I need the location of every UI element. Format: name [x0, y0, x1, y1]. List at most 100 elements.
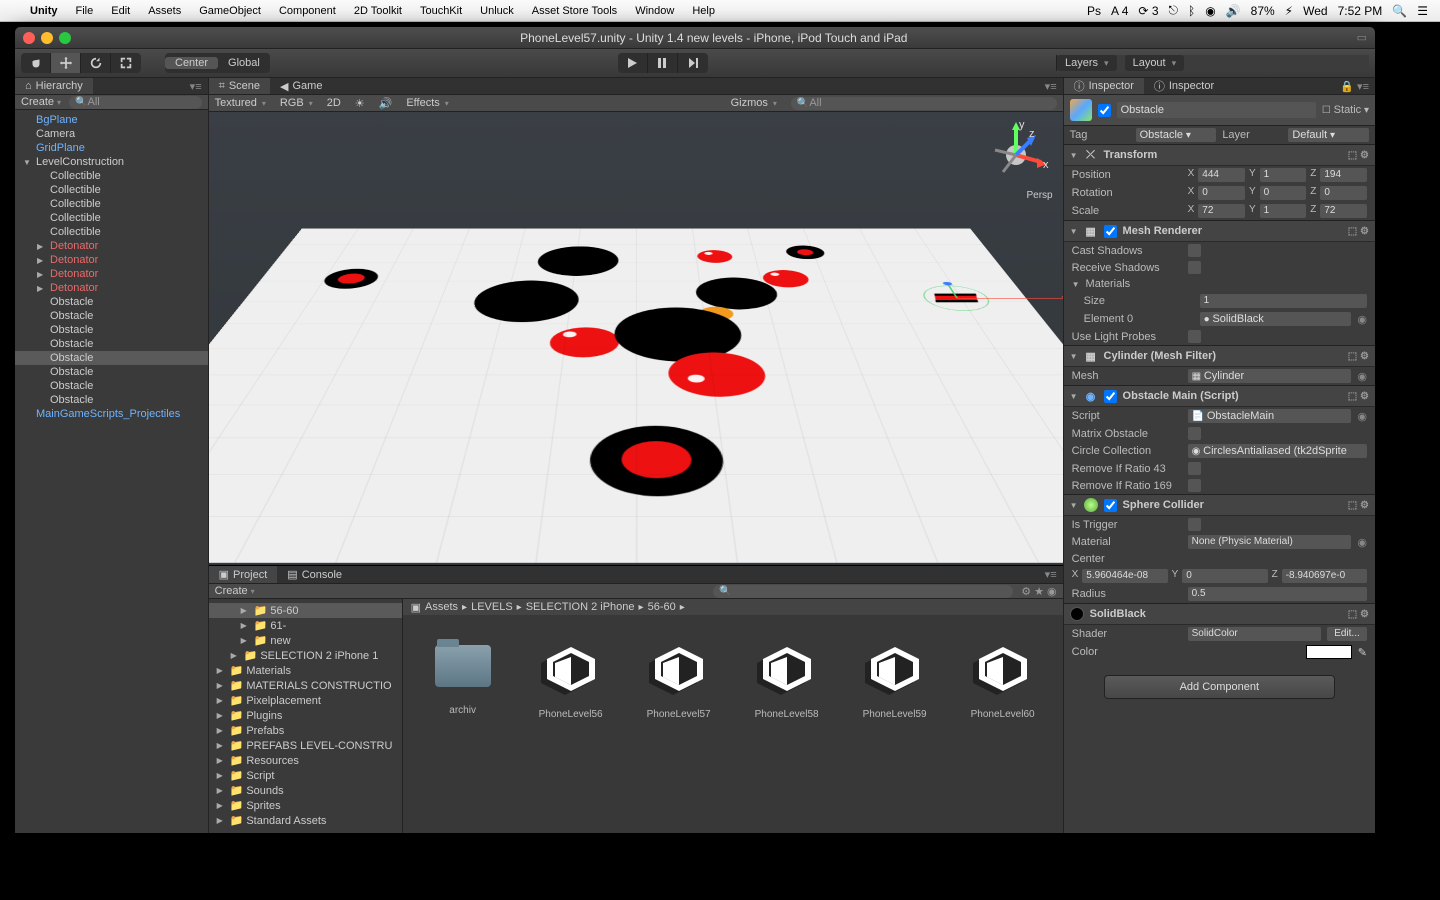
- project-tree-item[interactable]: ▶📁 Script: [209, 768, 402, 783]
- project-tree-item[interactable]: ▶📁 Sounds: [209, 783, 402, 798]
- inspector-tab[interactable]: ⓘ Inspector: [1064, 78, 1144, 94]
- layout-dropdown[interactable]: Layout: [1125, 55, 1185, 71]
- hierarchy-item[interactable]: MainGameScripts_Projectiles: [15, 407, 208, 421]
- asset-item[interactable]: archiv: [427, 645, 499, 716]
- menu-edit[interactable]: Edit: [111, 5, 130, 17]
- power-icon[interactable]: ⎋: [1169, 3, 1179, 18]
- pivot-toggle[interactable]: Center Global: [165, 53, 270, 73]
- scale-z[interactable]: 72: [1320, 204, 1367, 218]
- mesh-renderer-component[interactable]: ▼▦Mesh Renderer⬚ ⚙: [1064, 220, 1375, 242]
- asset-item[interactable]: PhoneLevel59: [859, 645, 931, 720]
- menu-unluck[interactable]: Unluck: [480, 5, 514, 17]
- hierarchy-item[interactable]: Camera: [15, 127, 208, 141]
- pivot-global[interactable]: Global: [218, 57, 270, 69]
- hierarchy-item[interactable]: GridPlane: [15, 141, 208, 155]
- pivot-center[interactable]: Center: [165, 57, 218, 69]
- radius-field[interactable]: 0.5: [1188, 587, 1367, 601]
- scene-view[interactable]: /* grid drawn below via JS */: [209, 112, 1063, 565]
- orientation-gizmo[interactable]: x y z: [981, 120, 1051, 190]
- gameobject-active-checkbox[interactable]: [1098, 104, 1111, 117]
- obstacle-disk[interactable]: [784, 245, 827, 259]
- panel-menu-icon[interactable]: ▾≡: [184, 78, 208, 94]
- pause-button[interactable]: [648, 53, 678, 73]
- 2d-toggle[interactable]: 2D: [327, 97, 341, 109]
- project-tree-item[interactable]: ▶📁 MATERIALS CONSTRUCTIO: [209, 678, 402, 693]
- detonator-disk[interactable]: [696, 250, 733, 263]
- hierarchy-item[interactable]: Obstacle: [15, 337, 208, 351]
- clock-day[interactable]: Wed: [1303, 4, 1327, 18]
- hierarchy-search[interactable]: 🔍 All: [69, 96, 202, 109]
- hierarchy-item[interactable]: BgPlane: [15, 113, 208, 127]
- center-y[interactable]: 0: [1182, 569, 1267, 583]
- hierarchy-item[interactable]: Obstacle: [15, 393, 208, 407]
- battery-percent[interactable]: 87%: [1251, 4, 1275, 18]
- console-tab[interactable]: ▤ Console: [277, 566, 352, 583]
- pos-z[interactable]: 194: [1320, 168, 1367, 182]
- menu-gameobject[interactable]: GameObject: [199, 5, 261, 17]
- hierarchy-tab[interactable]: ⌂ Hierarchy: [15, 78, 93, 94]
- effects-dropdown[interactable]: Effects: [406, 97, 448, 109]
- rot-z[interactable]: 0: [1320, 186, 1367, 200]
- move-tool[interactable]: [51, 53, 81, 73]
- material-header[interactable]: SolidBlack⬚ ⚙: [1064, 603, 1375, 625]
- project-search[interactable]: 🔍: [713, 585, 1013, 598]
- project-tree-item[interactable]: ▶📁 Standard Assets: [209, 813, 402, 828]
- recv-shadows-checkbox[interactable]: [1188, 261, 1201, 274]
- bluetooth-icon[interactable]: ᛒ: [1188, 4, 1195, 18]
- gizmos-dropdown[interactable]: Gizmos: [731, 97, 777, 109]
- matrix-obstacle-checkbox[interactable]: [1188, 427, 1201, 440]
- menu-file[interactable]: File: [76, 5, 94, 17]
- mesh-field[interactable]: ▦ Cylinder: [1188, 369, 1352, 383]
- hierarchy-item[interactable]: Collectible: [15, 183, 208, 197]
- project-tree-item[interactable]: ▶📁 Plugins: [209, 708, 402, 723]
- scale-y[interactable]: 1: [1260, 204, 1307, 218]
- rotate-tool[interactable]: [81, 53, 111, 73]
- project-tree-item[interactable]: ▶📁 Materials: [209, 663, 402, 678]
- menu-window[interactable]: Window: [635, 5, 674, 17]
- center-x[interactable]: 5.960464e-08: [1082, 569, 1167, 583]
- gameobject-name-field[interactable]: [1117, 102, 1316, 118]
- tag-dropdown[interactable]: Obstacle ▾: [1136, 128, 1217, 142]
- scene-menu-icon[interactable]: ▾≡: [1039, 78, 1063, 94]
- obstacle-main-component[interactable]: ▼◉Obstacle Main (Script)⬚ ⚙: [1064, 385, 1375, 407]
- search-filter-icon[interactable]: ⚙ ★ ◉: [1021, 585, 1056, 598]
- eyedropper-icon[interactable]: ✎: [1358, 646, 1367, 659]
- project-tab[interactable]: ▣ Project: [209, 566, 278, 583]
- menu-assetstore[interactable]: Asset Store Tools: [532, 5, 617, 17]
- project-breadcrumb[interactable]: ▣ Assets ▸ LEVELS ▸ SELECTION 2 iPhone ▸…: [403, 599, 1063, 615]
- hierarchy-item[interactable]: Collectible: [15, 225, 208, 239]
- scene-search[interactable]: 🔍 All: [791, 97, 1057, 110]
- audio-toggle[interactable]: 🔊: [379, 97, 393, 110]
- detonator-disk[interactable]: [548, 327, 620, 357]
- volume-icon[interactable]: 🔊: [1226, 4, 1241, 18]
- project-tree-item[interactable]: ▶📁 Sprites: [209, 798, 402, 813]
- battery-icon[interactable]: ⚡︎: [1285, 4, 1293, 18]
- clock-time[interactable]: 7:52 PM: [1338, 4, 1383, 18]
- hierarchy-item[interactable]: ▶Detonator: [15, 281, 208, 295]
- close-button[interactable]: [23, 32, 35, 44]
- minimize-button[interactable]: [41, 32, 53, 44]
- hierarchy-item[interactable]: ▶Detonator: [15, 253, 208, 267]
- scale-tool[interactable]: [111, 53, 141, 73]
- project-create[interactable]: Create: [215, 585, 255, 597]
- project-tree-item[interactable]: ▶📁 new: [209, 633, 402, 648]
- ps-icon[interactable]: Ps: [1087, 4, 1101, 18]
- play-button[interactable]: [618, 53, 648, 73]
- pos-x[interactable]: 444: [1198, 168, 1245, 182]
- menu-assets[interactable]: Assets: [148, 5, 181, 17]
- sphere-collider-component[interactable]: ▼Sphere Collider⬚ ⚙: [1064, 494, 1375, 516]
- hierarchy-item[interactable]: Obstacle: [15, 379, 208, 393]
- rot-x[interactable]: 0: [1198, 186, 1245, 200]
- project-tree-item[interactable]: ▶📁 SELECTION 2 iPhone 1: [209, 648, 402, 663]
- project-tree-item[interactable]: ▶📁 Pixelplacement: [209, 693, 402, 708]
- shader-dropdown[interactable]: SolidColor: [1188, 627, 1321, 641]
- hierarchy-item[interactable]: Obstacle: [15, 351, 208, 365]
- shader-edit-button[interactable]: Edit...: [1327, 627, 1367, 641]
- hierarchy-item[interactable]: Obstacle: [15, 323, 208, 337]
- project-tree-item[interactable]: ▶📁 61-: [209, 618, 402, 633]
- hierarchy-item[interactable]: Obstacle: [15, 295, 208, 309]
- asset-item[interactable]: PhoneLevel56: [535, 645, 607, 720]
- inspector-lock-icon[interactable]: 🔒 ▾≡: [1334, 78, 1375, 94]
- project-menu-icon[interactable]: ▾≡: [1039, 566, 1063, 583]
- pos-y[interactable]: 1: [1260, 168, 1307, 182]
